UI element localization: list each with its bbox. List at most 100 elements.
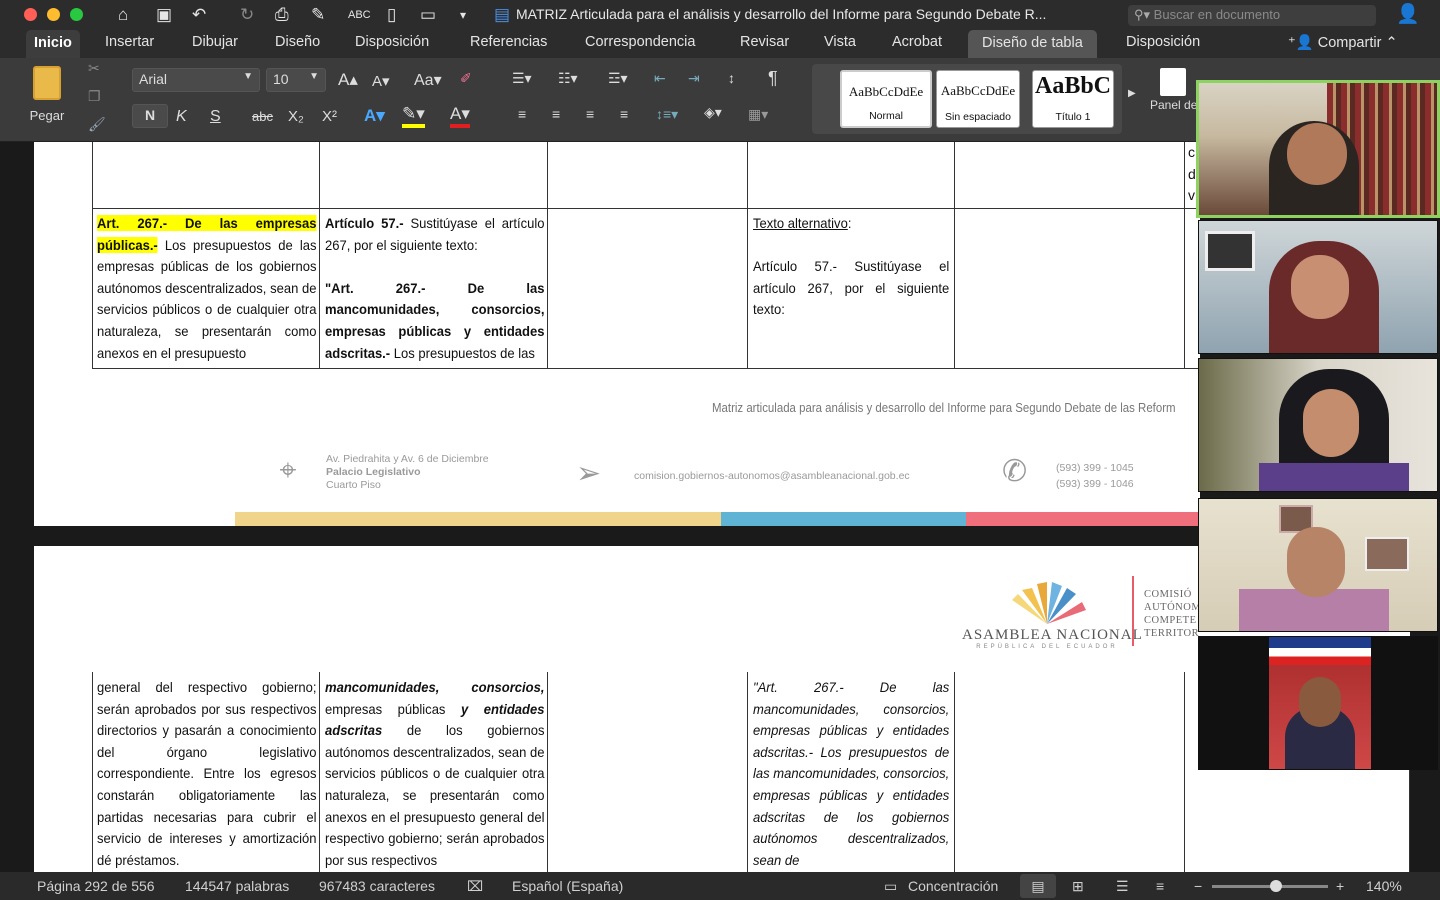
bullets-button[interactable]: ☰▾ bbox=[512, 70, 532, 87]
increase-indent-button[interactable]: ⇥ bbox=[688, 70, 700, 87]
font-size-select[interactable]: 10 ▼ bbox=[266, 68, 326, 92]
table-cell-current-law[interactable]: general del respectivo gobierno; serán a… bbox=[97, 677, 316, 871]
style-titulo-1[interactable]: AaBbC Título 1 bbox=[1032, 70, 1114, 128]
tab-disposicion-tabla[interactable]: Disposición bbox=[1126, 34, 1200, 50]
new-document-icon[interactable]: ▯ bbox=[387, 5, 396, 25]
print-icon[interactable]: ⎙ bbox=[275, 5, 289, 25]
align-center-button[interactable]: ≡ bbox=[552, 106, 560, 122]
shading-button[interactable]: ◈▾ bbox=[704, 104, 722, 121]
align-left-button[interactable]: ≡ bbox=[518, 106, 526, 122]
tab-insertar[interactable]: Insertar bbox=[105, 34, 154, 50]
participant-video[interactable] bbox=[1198, 220, 1438, 354]
table-cell-current-law[interactable]: Art. 267.- De las empresas públicas.- Lo… bbox=[97, 213, 316, 364]
draft-view-icon[interactable]: ≡ bbox=[1156, 878, 1164, 894]
word-count[interactable]: 144547 palabras bbox=[185, 878, 289, 894]
zoom-level[interactable]: 140% bbox=[1366, 878, 1402, 894]
tab-vista[interactable]: Vista bbox=[824, 34, 856, 50]
format-painter-icon[interactable]: 🖌 bbox=[88, 116, 106, 133]
style-sin-espaciado[interactable]: AaBbCcDdEe Sin espaciado bbox=[936, 70, 1020, 128]
superscript-button[interactable]: X² bbox=[322, 108, 337, 125]
participant-video-active[interactable] bbox=[1196, 80, 1440, 218]
multilevel-list-button[interactable]: ☲▾ bbox=[608, 70, 628, 87]
table-cell-alternative[interactable]: Texto alternativo: Artículo 57.- Sustitú… bbox=[753, 213, 949, 321]
save-icon[interactable]: ▣ bbox=[156, 5, 172, 25]
sort-button[interactable]: ↕ bbox=[728, 70, 735, 86]
numbering-button[interactable]: ☷▾ bbox=[558, 70, 578, 87]
font-color-button[interactable]: A▾ bbox=[450, 104, 470, 128]
zoom-window-button[interactable] bbox=[70, 8, 83, 21]
italic-button[interactable]: K bbox=[176, 108, 187, 126]
zoom-out-button[interactable]: − bbox=[1194, 878, 1202, 894]
account-icon[interactable]: 👤 bbox=[1396, 5, 1420, 25]
font-name-select[interactable]: Arial ▼ bbox=[132, 68, 260, 92]
print-layout-view-icon[interactable]: ▤ bbox=[1020, 874, 1056, 898]
participant-face bbox=[1291, 255, 1349, 319]
change-case-button[interactable]: Aa▾ bbox=[414, 70, 442, 90]
zoom-slider[interactable] bbox=[1212, 880, 1328, 892]
align-right-button[interactable]: ≡ bbox=[586, 106, 594, 122]
search-input[interactable]: ⚲▾ Buscar en documento bbox=[1128, 5, 1376, 26]
participant-video[interactable] bbox=[1198, 358, 1438, 492]
strikethrough-button[interactable]: abc bbox=[252, 109, 273, 124]
document-title: MATRIZ Articulada para el análisis y des… bbox=[516, 6, 1047, 22]
participant-video[interactable] bbox=[1198, 498, 1438, 632]
borders-button[interactable]: ▦▾ bbox=[748, 106, 768, 123]
table-cell-proposal[interactable]: mancomunidades, consorcios, empresas púb… bbox=[325, 677, 544, 871]
styles-pane-button[interactable]: Panel de estilos bbox=[1150, 68, 1235, 112]
tab-disposicion[interactable]: Disposición bbox=[355, 34, 429, 50]
home-icon[interactable]: ⌂ bbox=[118, 5, 128, 25]
minimize-window-button[interactable] bbox=[47, 8, 60, 21]
tab-inicio[interactable]: Inicio bbox=[26, 30, 80, 58]
document-page[interactable]: Art. 267.- De las empresas públicas.- Lo… bbox=[34, 142, 1200, 526]
spellcheck-icon[interactable]: ABC bbox=[348, 5, 371, 25]
grow-font-button[interactable]: A▴ bbox=[338, 70, 358, 90]
tab-acrobat[interactable]: Acrobat bbox=[892, 34, 942, 50]
subscript-button[interactable]: X₂ bbox=[288, 108, 304, 125]
styles-more-chevron-icon[interactable]: ▶ bbox=[1128, 88, 1136, 99]
undo-icon[interactable]: ↶ bbox=[192, 5, 206, 25]
open-folder-icon[interactable]: ▭ bbox=[420, 5, 436, 25]
style-normal[interactable]: AaBbCcDdEe Normal bbox=[840, 70, 932, 128]
zoom-slider-thumb[interactable] bbox=[1270, 880, 1282, 892]
participant-video[interactable] bbox=[1198, 636, 1438, 770]
decrease-indent-button[interactable]: ⇤ bbox=[654, 70, 666, 87]
table-cell-alternative[interactable]: "Art. 267.- De las mancomunidades, conso… bbox=[753, 677, 949, 871]
justify-button[interactable]: ≡ bbox=[620, 106, 628, 122]
footer-email[interactable]: comision.gobiernos-autonomos@asambleanac… bbox=[634, 470, 910, 482]
proofing-icon[interactable]: ⌧ bbox=[467, 878, 483, 895]
cut-icon[interactable]: ✂ bbox=[88, 60, 100, 77]
edit-icon[interactable]: ✎ bbox=[311, 5, 325, 25]
language-indicator[interactable]: Español (España) bbox=[512, 878, 623, 894]
focus-mode-button[interactable]: Concentración bbox=[908, 878, 998, 894]
character-count[interactable]: 967483 caracteres bbox=[319, 878, 435, 894]
show-formatting-button[interactable]: ¶ bbox=[768, 68, 778, 89]
web-layout-view-icon[interactable]: ⊞ bbox=[1072, 878, 1084, 895]
share-button[interactable]: ⁺👤 Compartir ⌃ bbox=[1288, 34, 1398, 51]
clear-formatting-button[interactable]: ✐ bbox=[460, 70, 472, 87]
location-icon: ⌖ bbox=[279, 454, 297, 487]
copy-icon[interactable]: ❐ bbox=[88, 88, 101, 105]
close-window-button[interactable] bbox=[24, 8, 37, 21]
bold-button[interactable]: N bbox=[132, 104, 168, 128]
collapse-ribbon-icon[interactable]: ⌃ bbox=[1385, 35, 1397, 51]
underline-button[interactable]: S bbox=[210, 108, 221, 126]
tab-dibujar[interactable]: Dibujar bbox=[192, 34, 238, 50]
phone-line: (593) 399 - 1045 bbox=[1056, 462, 1134, 474]
paste-button[interactable]: Pegar bbox=[24, 66, 70, 123]
table-cell-proposal[interactable]: Artículo 57.- Sustitúyase el artículo 26… bbox=[325, 213, 544, 364]
tab-referencias[interactable]: Referencias bbox=[470, 34, 547, 50]
zoom-in-button[interactable]: + bbox=[1336, 878, 1344, 894]
redo-icon[interactable]: ↻ bbox=[240, 5, 254, 25]
outline-view-icon[interactable]: ☰ bbox=[1116, 878, 1129, 895]
page-count[interactable]: Página 292 de 556 bbox=[37, 878, 155, 894]
highlight-button[interactable]: ✎▾ bbox=[402, 104, 425, 128]
shrink-font-button[interactable]: A▾ bbox=[372, 72, 390, 90]
tab-diseno-de-tabla[interactable]: Diseño de tabla bbox=[968, 30, 1097, 58]
line-spacing-button[interactable]: ↕≡▾ bbox=[656, 106, 678, 123]
tab-correspondencia[interactable]: Correspondencia bbox=[585, 34, 695, 50]
customize-toolbar-icon[interactable]: ▾ bbox=[460, 5, 466, 25]
text-effects-button[interactable]: A▾ bbox=[364, 106, 385, 126]
tab-diseno[interactable]: Diseño bbox=[275, 34, 320, 50]
focus-icon[interactable]: ▭ bbox=[884, 878, 897, 895]
tab-revisar[interactable]: Revisar bbox=[740, 34, 789, 50]
